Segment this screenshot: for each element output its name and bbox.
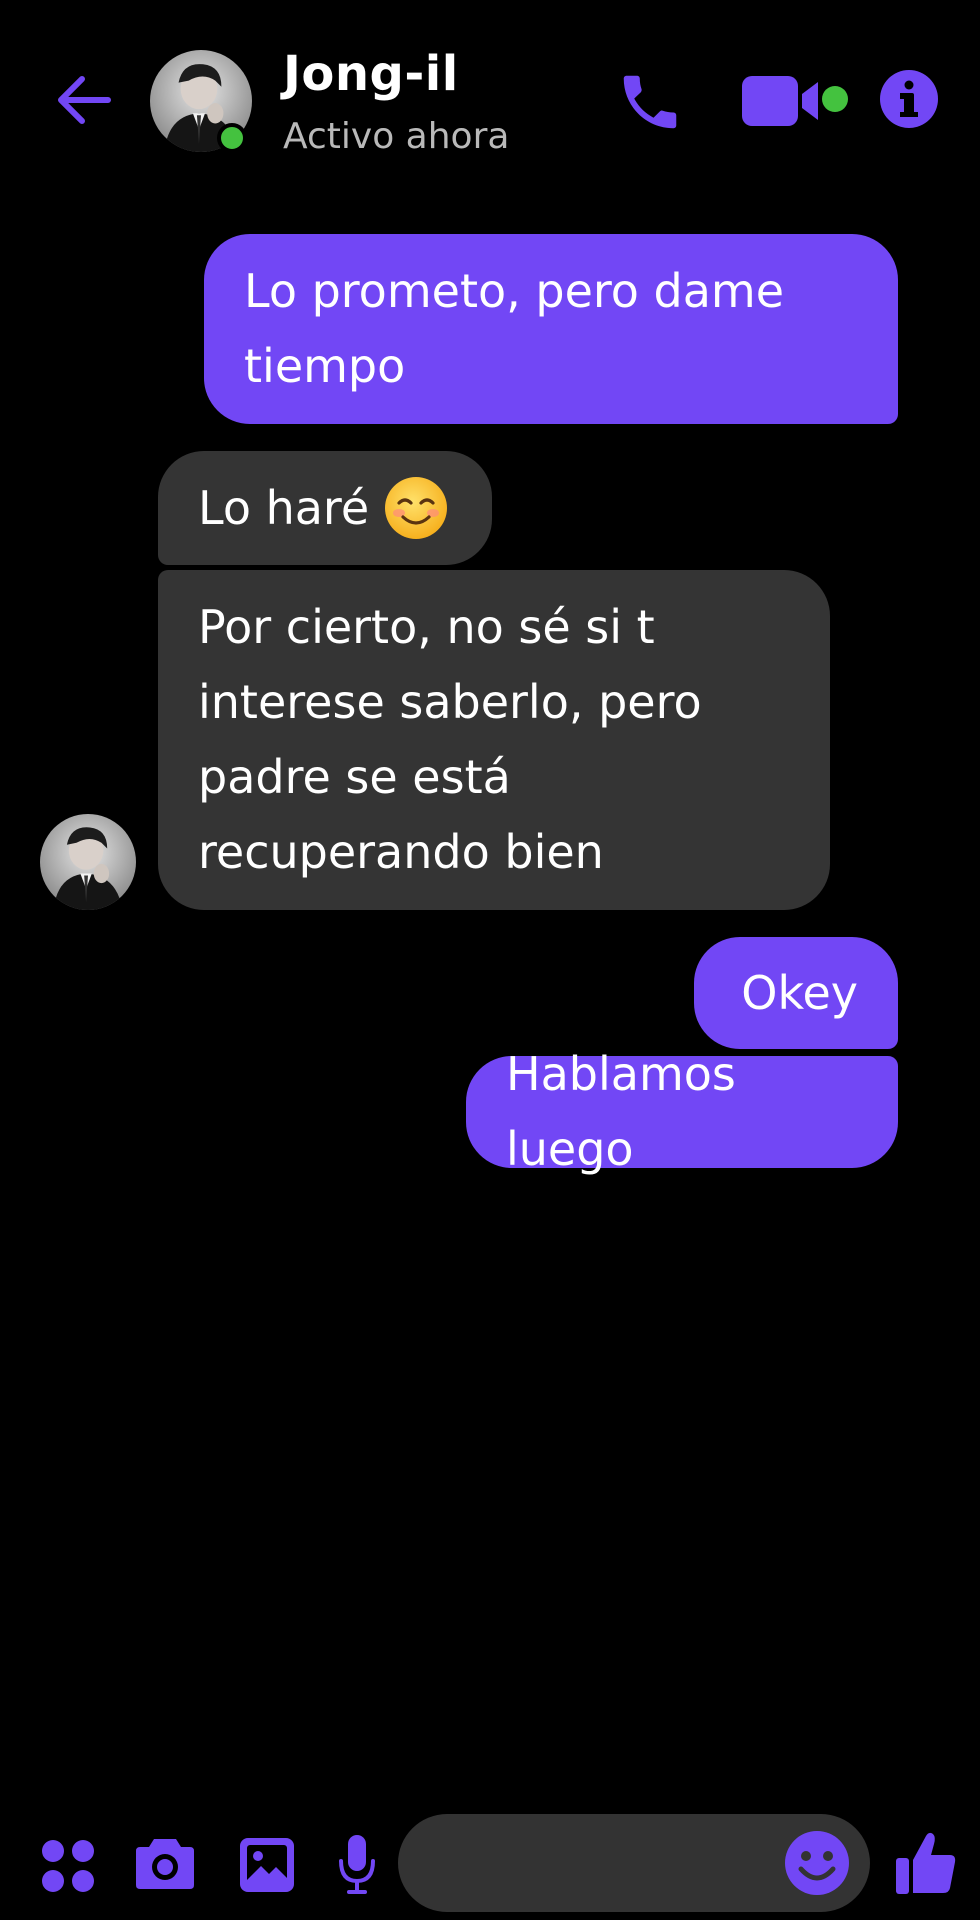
message-text: Lo haré xyxy=(198,480,370,535)
chat-header: Jong-il Activo ahora xyxy=(0,0,980,200)
message-bubble-outgoing[interactable]: Okey xyxy=(694,937,898,1049)
contact-status: Activo ahora xyxy=(283,116,510,157)
info-icon xyxy=(880,70,938,128)
message-bubble-outgoing[interactable]: Lo prometo, pero dame tiempo xyxy=(204,234,898,424)
message-text: Lo prometo, pero dame tiempo xyxy=(244,264,785,393)
message-bubble-outgoing[interactable]: Hablamos luego xyxy=(466,1047,898,1176)
microphone-icon xyxy=(339,1835,375,1894)
sender-avatar[interactable] xyxy=(40,814,136,910)
apps-button[interactable] xyxy=(40,1838,96,1894)
camera-icon xyxy=(136,1839,194,1889)
apps-icon xyxy=(42,1840,94,1892)
message-composer xyxy=(0,1800,980,1920)
video-active-dot xyxy=(822,86,848,112)
online-indicator xyxy=(217,123,247,153)
microphone-button[interactable] xyxy=(336,1832,378,1898)
message-text: Okey xyxy=(741,965,858,1020)
emoji-icon xyxy=(785,1831,849,1895)
camera-button[interactable] xyxy=(134,1834,196,1892)
call-button[interactable] xyxy=(612,64,688,140)
sender-photo xyxy=(40,814,136,910)
smiling-face-icon xyxy=(385,477,448,539)
phone-icon xyxy=(623,75,677,129)
back-button[interactable] xyxy=(52,62,116,138)
gallery-icon xyxy=(240,1838,294,1892)
back-arrow-icon xyxy=(58,76,111,124)
message-bubble-incoming[interactable]: Lo haré xyxy=(158,451,492,565)
emoji-button[interactable] xyxy=(782,1828,852,1898)
gallery-button[interactable] xyxy=(238,1836,296,1894)
thumbs-up-icon xyxy=(896,1832,956,1894)
contact-name[interactable]: Jong-il xyxy=(283,46,459,102)
info-button[interactable] xyxy=(876,66,942,132)
message-bubble-incoming[interactable]: Por cierto, no sé si t interese saberlo,… xyxy=(158,570,830,910)
message-text: Hablamos luego xyxy=(506,1047,736,1176)
like-button[interactable] xyxy=(892,1828,960,1898)
message-text: Por cierto, no sé si t interese saberlo,… xyxy=(198,600,702,879)
